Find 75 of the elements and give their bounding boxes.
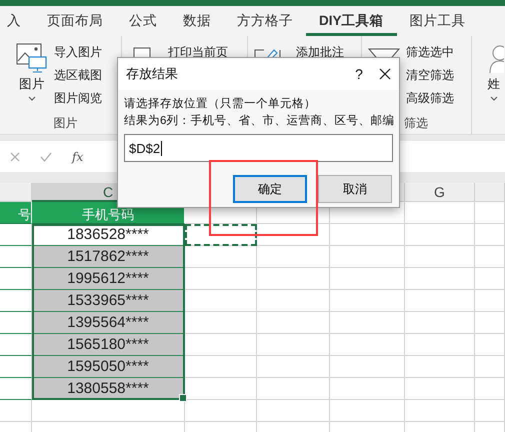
table-cell	[475, 246, 505, 268]
column-header[interactable]: G	[405, 183, 475, 202]
result-note: 结果为6列：手机号、省、市、运营商、区号、邮编	[124, 113, 393, 129]
table-cell: 1595050****	[32, 356, 185, 378]
cell-reference-field[interactable]: $D$2	[124, 134, 393, 162]
table-cell: 1995612****	[32, 268, 185, 290]
ribbon-command[interactable]: 添加批注	[296, 44, 344, 61]
table-cell	[475, 378, 505, 400]
ribbon-command[interactable]: 选区截图	[54, 67, 102, 84]
ribbon-tab[interactable]: 页面布局	[34, 6, 116, 36]
prompt-text: 请选择存放位置（只需一个单元格）	[124, 96, 317, 112]
ribbon-command[interactable]: 导入图片	[54, 44, 102, 61]
ok-button[interactable]: 确定	[233, 175, 307, 203]
table-cell	[475, 224, 505, 246]
ribbon-button[interactable]: 图片	[19, 76, 45, 93]
ribbon-tab[interactable]: 数据	[170, 6, 224, 36]
table-cell	[405, 400, 475, 422]
table-cell	[185, 268, 257, 290]
table-cell: 1395564****	[32, 312, 185, 334]
table-cell	[475, 400, 505, 422]
group-label: 图片	[54, 114, 78, 132]
table-cell	[185, 290, 257, 312]
table-cell	[475, 312, 505, 334]
table-cell	[475, 334, 505, 356]
table-cell	[475, 290, 505, 312]
table-cell	[475, 268, 505, 290]
ribbon-tab[interactable]: 入	[0, 6, 34, 36]
table-cell	[405, 224, 475, 246]
table-cell	[0, 246, 32, 268]
table-cell	[0, 334, 32, 356]
table-cell	[405, 334, 475, 356]
table-cell	[405, 356, 475, 378]
group-label: 筛选	[404, 114, 428, 132]
ribbon-command[interactable]: 筛选选中	[406, 44, 454, 61]
ribbon-tab[interactable]: 方方格子	[224, 6, 306, 36]
chevron-icon[interactable]	[28, 96, 36, 101]
table-cell	[185, 312, 257, 334]
insert-function-button[interactable]: fx	[72, 150, 84, 164]
table-cell	[185, 400, 257, 422]
help-button[interactable]: ?	[339, 66, 379, 82]
ribbon-command[interactable]: 高级筛选	[406, 90, 454, 107]
table-cell	[0, 268, 32, 290]
table-cell	[0, 400, 32, 422]
dialog-title: 存放结果	[126, 65, 179, 83]
table-cell	[405, 246, 475, 268]
table-cell	[405, 202, 475, 224]
ribbon-command[interactable]: 图片阅览	[54, 90, 102, 107]
close-icon[interactable]	[379, 68, 391, 80]
table-cell	[405, 312, 475, 334]
table-cell	[0, 356, 32, 378]
table-cell	[0, 224, 32, 246]
ribbon-command[interactable]: 清空筛选	[406, 67, 454, 84]
table-cell	[475, 202, 505, 224]
cancel-button[interactable]: 取消	[318, 175, 392, 203]
table-cell: 1565180****	[32, 334, 185, 356]
table-cell	[0, 378, 32, 400]
check-icon[interactable]	[40, 152, 52, 162]
table-cell	[0, 290, 32, 312]
table-cell	[405, 290, 475, 312]
fill-handle[interactable]	[179, 394, 187, 402]
ribbon-button[interactable]: 姓	[488, 76, 500, 93]
picture-icon[interactable]	[16, 43, 48, 73]
table-cell: 1533965****	[32, 290, 185, 312]
table-cell: 1517862****	[32, 246, 185, 268]
header-cell: 号	[0, 202, 32, 224]
table-cell	[0, 312, 32, 334]
table-cell	[405, 378, 475, 400]
table-cell	[475, 356, 505, 378]
table-cell	[405, 268, 475, 290]
table-cell	[185, 334, 257, 356]
chevron-icon[interactable]	[490, 96, 498, 101]
ribbon-tab[interactable]: 图片工具	[396, 6, 479, 36]
ribbon-tab[interactable]: 公式	[116, 6, 170, 36]
table-cell	[185, 356, 257, 378]
table-cell	[185, 246, 257, 268]
